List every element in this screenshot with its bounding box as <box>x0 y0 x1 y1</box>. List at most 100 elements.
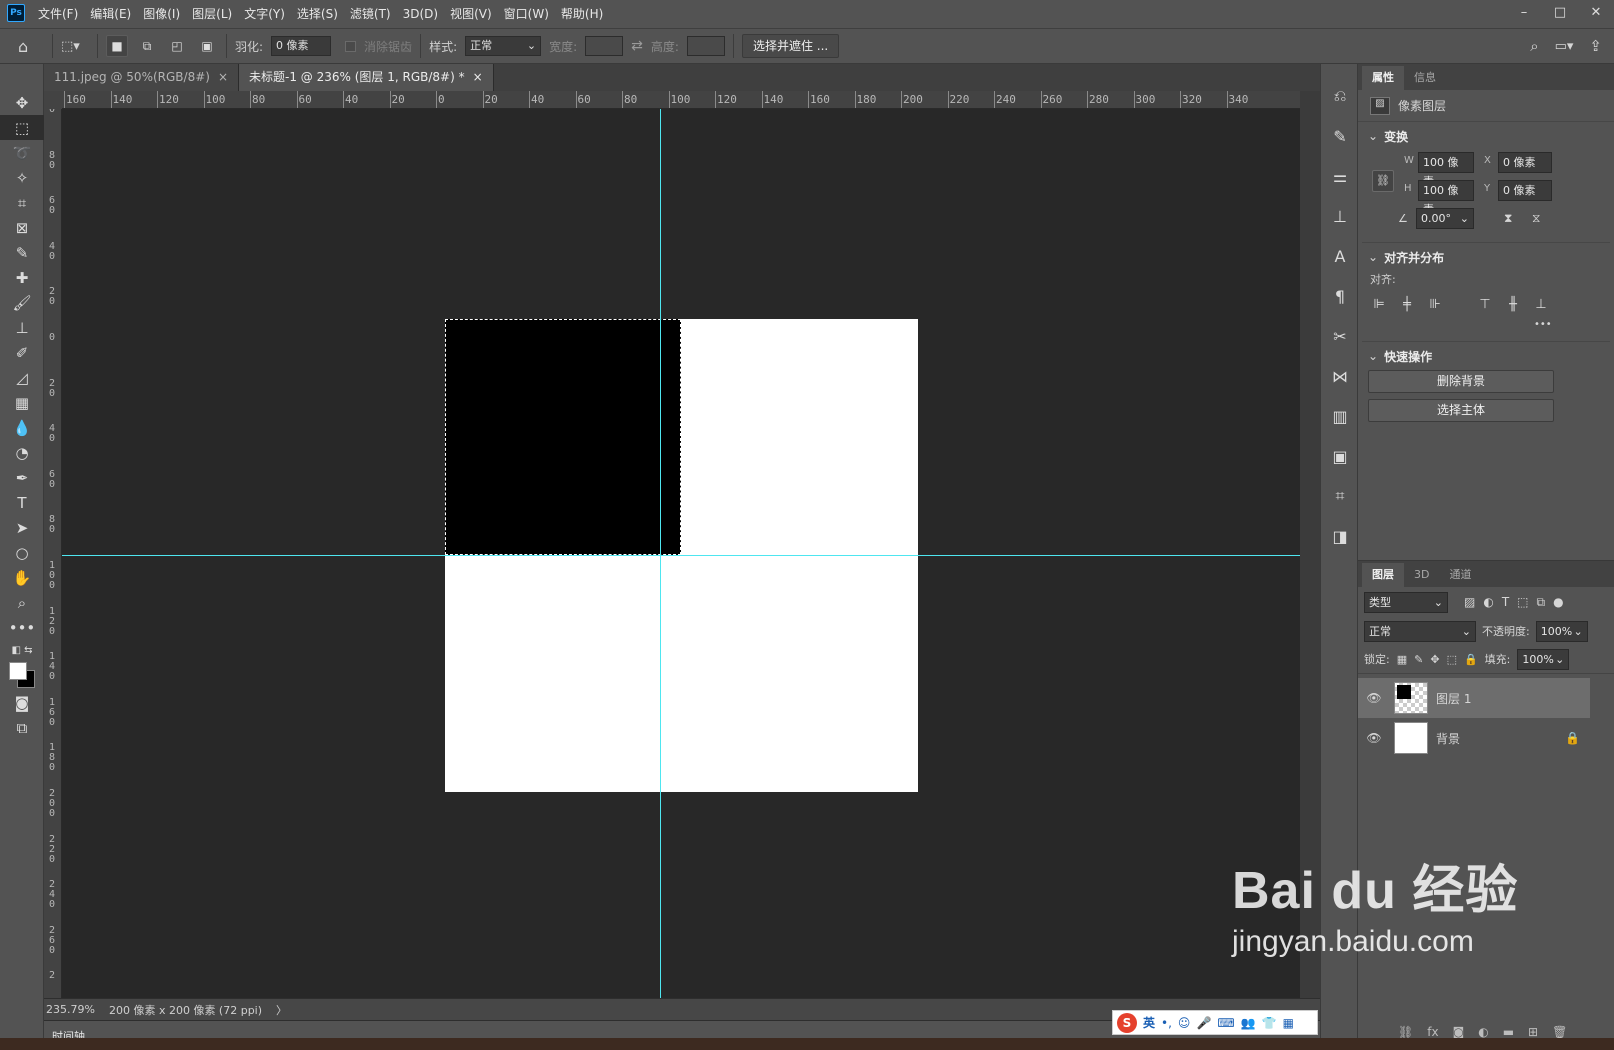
lock-position-icon[interactable]: ✥ <box>1430 653 1439 666</box>
tab-info[interactable]: 信息 <box>1404 66 1446 90</box>
hand-tool-icon[interactable]: ✋ <box>0 565 44 590</box>
move-tool-icon[interactable]: ✥ <box>0 90 44 115</box>
gradient-tool-icon[interactable]: ▦ <box>0 390 44 415</box>
x-field[interactable]: 0 像素 <box>1498 152 1552 173</box>
align-hcenter-icon[interactable]: ╪ <box>1396 293 1418 315</box>
tab-close-icon[interactable]: × <box>473 64 483 91</box>
clone-stamp-tool-icon[interactable]: ⊥ <box>0 315 44 340</box>
new-selection-icon[interactable]: ■ <box>106 35 128 57</box>
color-swatches[interactable] <box>0 660 44 690</box>
lock-pixels-icon[interactable]: ✎ <box>1414 653 1423 666</box>
height-input[interactable] <box>686 36 725 56</box>
layer-row[interactable]: 👁 图层 1 <box>1358 678 1590 718</box>
y-field[interactable]: 0 像素 <box>1498 180 1552 201</box>
restore-button[interactable]: □ <box>1542 5 1578 20</box>
menu-3d[interactable]: 3D(D) <box>403 0 438 28</box>
ime-user-icon[interactable]: 👥 <box>1241 1016 1256 1030</box>
blend-mode-select[interactable]: 正常 ⌄ <box>1364 620 1476 642</box>
history-panel-icon[interactable]: ⎌ <box>1321 76 1359 116</box>
menu-filter[interactable]: 滤镜(T) <box>350 0 391 28</box>
paths-panel-icon[interactable]: ⋈ <box>1321 356 1359 396</box>
brush-settings-icon[interactable]: ✎ <box>1321 116 1359 156</box>
select-and-mask-button[interactable]: 选择并遮住 ... <box>741 34 840 58</box>
eyedropper-tool-icon[interactable]: ✎ <box>0 240 44 265</box>
layer-name[interactable]: 背景 <box>1436 730 1565 747</box>
remove-background-button[interactable]: 删除背景 <box>1368 370 1554 393</box>
brush-tool-icon[interactable]: 🖌 <box>0 290 44 315</box>
workspace-icon[interactable]: ▭▾ <box>1555 39 1574 54</box>
flip-horizontal-icon[interactable]: ⧗ <box>1504 211 1512 226</box>
sogou-logo-icon[interactable]: S <box>1117 1012 1137 1033</box>
intersect-selection-icon[interactable]: ▣ <box>196 35 218 57</box>
menu-select[interactable]: 选择(S) <box>297 0 338 28</box>
tab-close-icon[interactable]: × <box>218 64 228 91</box>
lock-artboard-icon[interactable]: ⬚ <box>1447 653 1457 666</box>
link-layers-icon[interactable]: ⛓ <box>1398 1025 1413 1039</box>
clone-source-icon[interactable]: ⊥ <box>1321 196 1359 236</box>
ime-language-toggle[interactable]: 英 <box>1143 1014 1155 1031</box>
transform-header[interactable]: ⌄ 变换 <box>1358 122 1614 150</box>
crop-tool-icon[interactable]: ⌗ <box>0 190 44 215</box>
ellipse-tool-icon[interactable]: ○ <box>0 540 44 565</box>
menu-edit[interactable]: 编辑(E) <box>90 0 131 28</box>
subtract-selection-icon[interactable]: ◰ <box>166 35 188 57</box>
tab-3d[interactable]: 3D <box>1404 563 1439 587</box>
menu-help[interactable]: 帮助(H) <box>561 0 603 28</box>
add-selection-icon[interactable]: ⧉ <box>136 35 158 57</box>
align-right-icon[interactable]: ⊪ <box>1424 293 1446 315</box>
more-options-icon[interactable]: ••• <box>1358 319 1614 341</box>
status-menu-arrow-icon[interactable]: 〉 <box>276 1002 287 1018</box>
menu-file[interactable]: 文件(F) <box>38 0 78 28</box>
ruler-vertical[interactable]: 0 8 0 6 0 4 0 2 0 0 2 0 4 0 6 0 8 0 1 0 0 1 2 0 1 4 … <box>44 109 62 998</box>
quick-actions-header[interactable]: ⌄ 快速操作 <box>1358 342 1614 370</box>
feather-input[interactable]: 0 像素 <box>271 36 332 56</box>
height-field[interactable]: 100 像素 <box>1418 180 1474 216</box>
swap-icon[interactable]: ⇄ <box>631 38 643 54</box>
ime-emoji-icon[interactable]: ☺ <box>1178 1016 1191 1030</box>
ime-keyboard-icon[interactable]: ⌨ <box>1217 1016 1234 1030</box>
screen-mode-icon[interactable]: ⧉ <box>0 715 44 740</box>
zoom-tool-icon[interactable]: ⌕ <box>0 590 44 615</box>
fill-field[interactable]: 100% ⌄ <box>1517 648 1570 670</box>
align-vcenter-icon[interactable]: ╫ <box>1502 293 1524 315</box>
menu-image[interactable]: 图像(I) <box>143 0 180 28</box>
search-icon[interactable]: ⌕ <box>1530 37 1538 55</box>
horizontal-guide[interactable] <box>62 555 1300 556</box>
more-tools-icon[interactable]: ••• <box>0 615 44 640</box>
flip-vertical-icon[interactable]: ⧖ <box>1532 211 1540 226</box>
vertical-guide[interactable] <box>660 109 661 998</box>
filter-smart-icon[interactable]: ⧉ <box>1537 595 1546 610</box>
style-select[interactable]: 正常 ⌄ <box>465 36 542 56</box>
filter-toggle-icon[interactable]: ● <box>1553 595 1563 609</box>
character-panel-icon[interactable]: A <box>1321 236 1359 276</box>
healing-brush-tool-icon[interactable]: ✚ <box>0 265 44 290</box>
menu-view[interactable]: 视图(V) <box>450 0 492 28</box>
opacity-field[interactable]: 100% ⌄ <box>1535 620 1588 642</box>
align-header[interactable]: ⌄ 对齐并分布 <box>1358 243 1614 271</box>
paragraph-panel-icon[interactable]: ¶ <box>1321 276 1359 316</box>
tab-properties[interactable]: 属性 <box>1362 66 1404 90</box>
filter-kind-select[interactable]: 类型 ⌄ <box>1364 591 1448 613</box>
frame-tool-icon[interactable]: ⊠ <box>0 215 44 240</box>
default-colors-icon[interactable]: ◧ ⇆ <box>0 640 44 660</box>
path-selection-tool-icon[interactable]: ➤ <box>0 515 44 540</box>
filter-pixel-icon[interactable]: ▨ <box>1464 595 1475 609</box>
minimize-button[interactable]: – <box>1506 5 1542 20</box>
menu-layer[interactable]: 图层(L) <box>192 0 232 28</box>
filter-adjustment-icon[interactable]: ◐ <box>1483 595 1493 609</box>
glyphs-icon[interactable]: ▣ <box>1321 436 1359 476</box>
tab-untitled-1[interactable]: 未标题-1 @ 236% (图层 1, RGB/8#) * × <box>239 64 494 91</box>
angle-field[interactable]: 0.00° ⌄ <box>1416 208 1474 229</box>
layer-name[interactable]: 图层 1 <box>1436 690 1471 707</box>
close-button[interactable]: ✕ <box>1578 5 1614 20</box>
width-input[interactable] <box>585 36 624 56</box>
lock-transparent-icon[interactable]: ▦ <box>1397 653 1407 666</box>
rect-marquee-preset-icon[interactable]: ⬚▾ <box>61 39 89 54</box>
fx-icon[interactable]: fx <box>1427 1025 1438 1039</box>
align-top-icon[interactable]: ⊤ <box>1474 293 1496 315</box>
histogram-icon[interactable]: ▥ <box>1321 396 1359 436</box>
share-icon[interactable]: ⇪ <box>1589 37 1602 55</box>
canvas-area[interactable] <box>62 109 1300 998</box>
crop-presets-icon[interactable]: ⌗ <box>1321 476 1359 516</box>
tab-channels[interactable]: 通道 <box>1439 563 1481 587</box>
